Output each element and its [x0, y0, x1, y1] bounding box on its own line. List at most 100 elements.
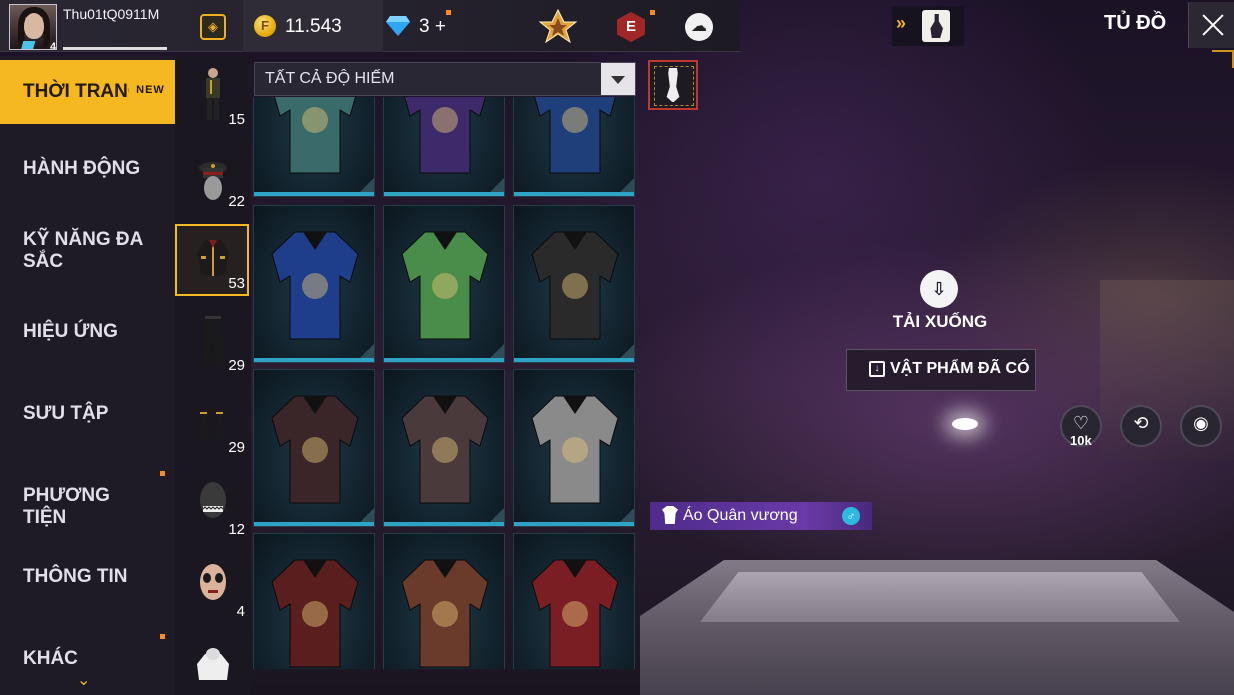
category-color-skills[interactable]: KỸ NĂNG ĐA SẮC [0, 220, 175, 284]
platform-top [700, 572, 1180, 622]
item-tile-orange-hoodie[interactable] [383, 533, 505, 669]
avatar-face [24, 13, 44, 39]
like-count: 10k [1070, 433, 1092, 448]
shirt-icon [271, 395, 359, 504]
close-button[interactable] [1188, 2, 1234, 48]
shirt-icon [531, 559, 619, 668]
shirt-icon [401, 559, 489, 668]
shirt-icon [534, 97, 616, 174]
owned-items-label: VẬT PHẨM ĐÃ CÓ [890, 360, 1030, 377]
item-count: 4 [236, 603, 245, 620]
corner-decoration [1212, 50, 1234, 68]
item-tile-blue-hoodie-vest[interactable] [253, 205, 375, 363]
tile-corner-decoration [360, 344, 374, 358]
tile-corner-decoration [620, 344, 634, 358]
item-tile-red-black-jacket[interactable] [513, 533, 635, 669]
background-light [952, 418, 978, 430]
category-info[interactable]: THÔNG TIN [0, 546, 175, 610]
category-menu: THỜI TRANG HÀNH ĐỘNG KỸ NĂNG ĐA SẮC HIỆU… [0, 56, 175, 695]
avatar[interactable]: 42 [9, 4, 57, 50]
eye-person-icon: ◉ [1193, 413, 1209, 433]
item-tile-red-demon-vest[interactable] [513, 205, 635, 363]
dropdown-arrow-icon[interactable] [601, 63, 635, 95]
rank-emblem-icon[interactable] [538, 8, 578, 44]
download-label[interactable]: TẢI XUỐNG [880, 312, 1000, 332]
category-label: HIỆU ỨNG [23, 321, 118, 342]
rarity-bar [514, 358, 634, 362]
item-grid [253, 97, 637, 669]
rotate-icon: ⟲ [1133, 413, 1149, 433]
item-count: 29 [228, 357, 245, 374]
subcategory-top[interactable]: 53 [175, 224, 249, 296]
view-character-button[interactable]: ◉ [1180, 405, 1222, 447]
rarity-bar [384, 192, 504, 196]
shirt-icon [401, 231, 489, 340]
notification-dot [160, 471, 165, 476]
item-tile-teal-gold-top[interactable] [253, 97, 375, 197]
avatar-badge-icon [20, 41, 36, 49]
category-label: KỸ NĂNG ĐA SẮC [23, 229, 143, 272]
new-badge: NEW [129, 82, 172, 98]
category-label: SƯU TẬP [23, 403, 109, 424]
category-vehicles[interactable]: PHƯƠNG TIỆN [0, 465, 175, 529]
selected-item-name: Áo Quân vương [683, 507, 798, 524]
subcategory-bottom[interactable]: 29 [175, 306, 249, 378]
item-count: 15 [228, 111, 245, 128]
rotate-button[interactable]: ⟲ [1120, 405, 1162, 447]
page-title: TỦ ĐỒ [1104, 12, 1167, 34]
tile-corner-decoration [490, 178, 504, 192]
cloud-download-icon[interactable]: ☁ [685, 13, 713, 41]
subcategory-more[interactable] [175, 634, 249, 695]
diamond-topup-plus[interactable]: + [435, 16, 446, 37]
full-outfit-icon [206, 68, 220, 120]
download-icon[interactable]: ⇩ [920, 270, 958, 308]
rarity-filter-dropdown[interactable]: TẤT CẢ ĐỘ HIẾM [254, 62, 636, 96]
item-tile-hiphop-vest[interactable] [513, 369, 635, 527]
player-level: 42 [50, 41, 57, 50]
category-effects[interactable]: HIỆU ỨNG [0, 302, 175, 366]
subcategory-headwear[interactable]: 22 [175, 142, 249, 214]
player-name: Thu01tQ0911M [63, 6, 160, 22]
category-label: PHƯƠNG TIỆN [23, 485, 110, 528]
notification-dot [160, 634, 165, 639]
gold-amount: 11.543 [285, 16, 342, 37]
subcategory-shoes[interactable]: 29 [175, 388, 249, 460]
mannequin-preview-button[interactable] [648, 60, 698, 110]
notification-dot [650, 10, 655, 15]
male-gender-icon: ♂ [842, 507, 860, 525]
category-collection[interactable]: SƯU TẬP [0, 383, 175, 447]
item-count: 29 [228, 439, 245, 456]
chevron-down-icon[interactable]: ⌄ [77, 670, 90, 690]
shirt-icon [531, 395, 619, 504]
category-actions[interactable]: HÀNH ĐỘNG [0, 140, 175, 204]
tile-corner-decoration [490, 508, 504, 522]
item-count: 12 [228, 521, 245, 538]
face-paint-icon [200, 564, 226, 600]
boots-icon [199, 410, 227, 440]
diamond-amount[interactable]: 3 + [419, 16, 446, 38]
shirt-icon [531, 231, 619, 340]
guild-badge-icon[interactable]: ◈ [200, 14, 226, 40]
jacket-icon [197, 240, 229, 276]
rarity-bar [514, 522, 634, 526]
rarity-bar [254, 522, 374, 526]
item-count: 53 [228, 275, 245, 292]
rarity-filter-value: TẤT CẢ ĐỘ HIẾM [265, 70, 395, 87]
subcategory-mask[interactable]: 12 [175, 470, 249, 542]
item-tile-red-scarf-jacket[interactable] [253, 369, 375, 527]
category-label: KHÁC [23, 648, 78, 669]
subcategory-face-paint[interactable]: 4 [175, 552, 249, 624]
tile-corner-decoration [490, 344, 504, 358]
double-chevron-icon[interactable]: » [896, 13, 906, 34]
diamond-count: 3 [419, 16, 430, 37]
pants-icon [203, 316, 223, 366]
rarity-bar [514, 192, 634, 196]
subcategory-full-outfit[interactable]: 15 [175, 60, 249, 132]
item-tile-blue-gold-top[interactable] [513, 97, 635, 197]
item-tile-red-puffer-vest[interactable] [253, 533, 375, 669]
item-tile-wolf-tshirt[interactable] [383, 369, 505, 527]
hoodie-icon [197, 648, 229, 680]
outfit-preset-button[interactable] [922, 10, 950, 42]
item-tile-green-purple-hoodie[interactable] [383, 205, 505, 363]
item-tile-purple-skull-top[interactable] [383, 97, 505, 197]
